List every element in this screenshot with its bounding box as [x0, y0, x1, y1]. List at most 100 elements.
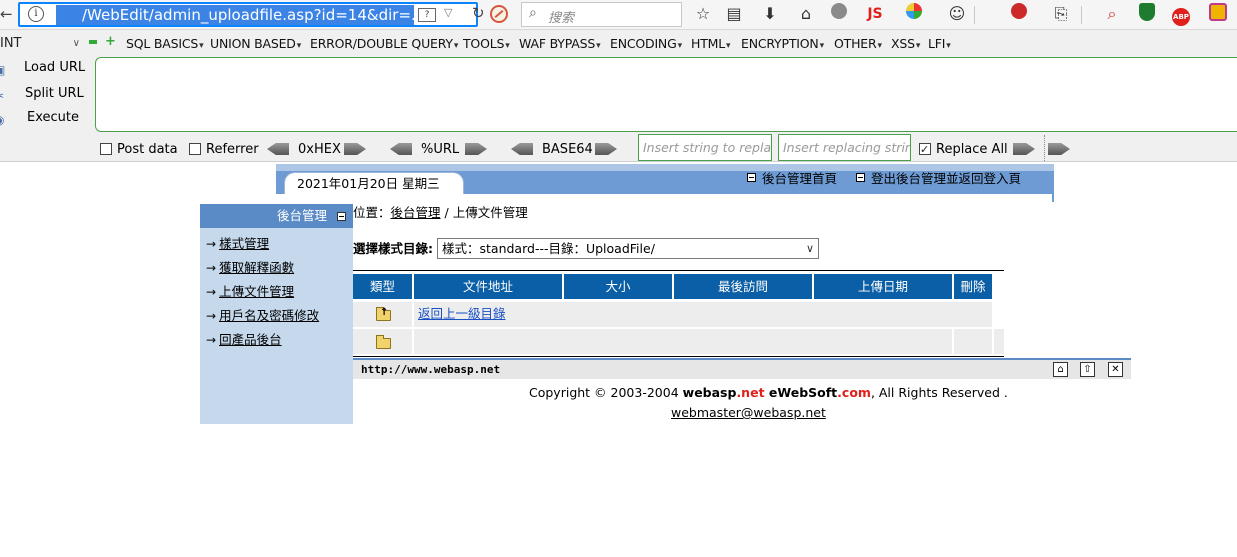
- menu-sql-basics[interactable]: SQL BASICS: [126, 34, 203, 54]
- address-bar[interactable]: i /WebEdit/admin_uploadfile.asp?id=14&di…: [18, 2, 485, 27]
- logout-label: 登出後台管理並返回登入頁: [871, 171, 1022, 186]
- admin-home-label: 後台管理首頁: [762, 171, 838, 186]
- replace-string-input[interactable]: Insert string to replace: [638, 134, 772, 161]
- page-header: 2021年01月20日 星期三 後台管理首頁 登出後台管理並返回登入頁: [276, 164, 1054, 194]
- referrer-checkbox[interactable]: Referrer: [189, 141, 259, 159]
- sidebar-item-get-functions[interactable]: → 獲取解釋函數: [206, 259, 294, 277]
- base64-label: BASE64: [542, 142, 593, 157]
- replace-all-checkbox[interactable]: Replace All: [919, 141, 1008, 159]
- table-bottom-border: [353, 356, 1004, 357]
- parent-directory-link[interactable]: 返回上一級目錄: [418, 305, 506, 323]
- base64-decode-arrow-icon[interactable]: [511, 143, 533, 155]
- menu-error-double-query[interactable]: ERROR/DOUBLE QUERY: [310, 34, 458, 54]
- url-text[interactable]: /WebEdit/admin_uploadfile.asp?id=14&dir=…: [82, 5, 414, 25]
- collapse-icon[interactable]: [337, 212, 346, 221]
- increase-icon[interactable]: +: [105, 34, 116, 50]
- home-icon[interactable]: ⌂: [796, 3, 816, 25]
- checkbox-icon: [189, 143, 201, 155]
- chevron-down-icon: ∨: [805, 242, 814, 255]
- url-textarea[interactable]: [95, 57, 1237, 132]
- adblock-icon[interactable]: ABP: [1170, 3, 1192, 26]
- info-icon[interactable]: i: [28, 6, 44, 22]
- hackbar-type-select[interactable]: INT ∨: [0, 34, 82, 54]
- footer-url: http://www.webasp.net: [361, 363, 501, 376]
- top-icon[interactable]: ⇧: [1080, 362, 1095, 377]
- hex-encode-arrow-icon[interactable]: [344, 143, 366, 155]
- palette-icon[interactable]: ☺: [946, 3, 968, 25]
- menu-encoding[interactable]: ENCODING: [610, 34, 682, 54]
- replace-all-label: Replace All: [936, 142, 1008, 157]
- reload-icon[interactable]: ↻: [472, 4, 485, 22]
- reading-list-icon[interactable]: ▤: [724, 3, 744, 25]
- replace-arrow-icon[interactable]: [1013, 143, 1035, 155]
- sidebar-item-upload-manage[interactable]: → 上傳文件管理: [206, 283, 294, 301]
- page-info-icon[interactable]: ?: [418, 8, 436, 22]
- globe-icon[interactable]: [826, 3, 852, 25]
- breadcrumb-link[interactable]: 後台管理: [391, 205, 441, 220]
- url-encoding-label: %URL: [421, 142, 460, 157]
- home-icon[interactable]: ⌂: [1053, 362, 1068, 377]
- arrow-right-icon: →: [206, 261, 217, 275]
- sidebar-item-style-manage[interactable]: → 樣式管理: [206, 235, 269, 253]
- menu-encryption[interactable]: ENCRYPTION: [741, 34, 824, 54]
- search-placeholder: 搜索: [548, 11, 575, 26]
- zoom-icon[interactable]: ⌕: [1102, 3, 1122, 25]
- split-url-label: Split URL: [25, 86, 84, 101]
- shield-icon[interactable]: [1137, 3, 1157, 25]
- replace-all-arrow-icon[interactable]: [1048, 143, 1070, 155]
- block-icon[interactable]: [490, 5, 508, 23]
- webmaster-email-link[interactable]: webmaster@webasp.net: [671, 404, 826, 422]
- color-extension-icon[interactable]: [901, 3, 927, 25]
- star-icon[interactable]: ☆: [693, 3, 713, 25]
- sidebar-item-label: 獲取解釋函數: [219, 260, 295, 275]
- table-top-border: [353, 270, 1004, 271]
- chevron-down-icon[interactable]: ▽: [444, 6, 452, 19]
- sidebar-item-product-backend[interactable]: → 回產品後台: [206, 331, 282, 349]
- folder-up-icon[interactable]: [376, 307, 391, 321]
- column-header-type: 類型: [353, 274, 412, 299]
- sidebar-title-label: 後台管理: [276, 208, 327, 223]
- sidebar-item-password-change[interactable]: → 用戶名及密碼修改: [206, 307, 319, 325]
- extension-icon[interactable]: [1207, 3, 1229, 25]
- chevron-down-icon: ∨: [72, 38, 80, 49]
- folder-icon[interactable]: [376, 335, 391, 349]
- url-encode-arrow-icon[interactable]: [465, 143, 487, 155]
- footer-bar: http://www.webasp.net ⌂ ⇧ ✕: [353, 358, 1131, 379]
- menu-union-based[interactable]: UNION BASED: [210, 34, 301, 54]
- js-toggle-icon[interactable]: JS: [864, 3, 886, 25]
- red-extension-icon[interactable]: [1006, 3, 1032, 25]
- back-icon[interactable]: ←: [0, 4, 20, 24]
- directory-select[interactable]: 樣式：standard---目錄：UploadFile/ ∨: [437, 238, 819, 259]
- sidebar-title[interactable]: 後台管理: [200, 204, 353, 228]
- brand-webasp-suffix: .net: [736, 385, 765, 400]
- post-data-checkbox[interactable]: Post data: [100, 141, 178, 159]
- arrow-right-icon: →: [206, 309, 217, 323]
- hex-decode-arrow-icon[interactable]: [267, 143, 289, 155]
- menu-html[interactable]: HTML: [691, 34, 730, 54]
- close-icon[interactable]: ✕: [1108, 362, 1123, 377]
- menu-tools[interactable]: TOOLS: [463, 34, 510, 54]
- search-input[interactable]: ⌕ 搜索: [521, 2, 682, 27]
- menu-lfi[interactable]: LFI: [928, 34, 951, 54]
- table-cell: [954, 329, 992, 354]
- referrer-label: Referrer: [206, 142, 259, 157]
- menu-other[interactable]: OTHER: [834, 34, 882, 54]
- menu-xss[interactable]: XSS: [891, 34, 920, 54]
- breadcrumb-prefix: 位置：: [353, 205, 391, 220]
- replacing-string-input[interactable]: Insert replacing string: [778, 134, 911, 161]
- menu-waf-bypass[interactable]: WAF BYPASS: [519, 34, 600, 54]
- base64-encode-arrow-icon[interactable]: [595, 143, 617, 155]
- sidebar-item-label: 上傳文件管理: [219, 284, 295, 299]
- hackbar-type-value: INT: [0, 36, 22, 51]
- checkbox-checked-icon: [919, 141, 931, 159]
- brand-webasp: webasp: [682, 385, 737, 400]
- logout-link[interactable]: 登出後台管理並返回登入頁: [856, 170, 1021, 188]
- decrease-icon[interactable]: [89, 40, 97, 44]
- download-icon[interactable]: ⬇: [760, 3, 780, 25]
- table-cell: [994, 329, 1004, 354]
- admin-home-link[interactable]: 後台管理首頁: [747, 170, 837, 188]
- screenshot-icon[interactable]: ⎘: [1050, 3, 1072, 25]
- column-header-size: 大小: [564, 274, 672, 299]
- url-decode-arrow-icon[interactable]: [390, 143, 412, 155]
- checkbox-icon: [100, 143, 112, 155]
